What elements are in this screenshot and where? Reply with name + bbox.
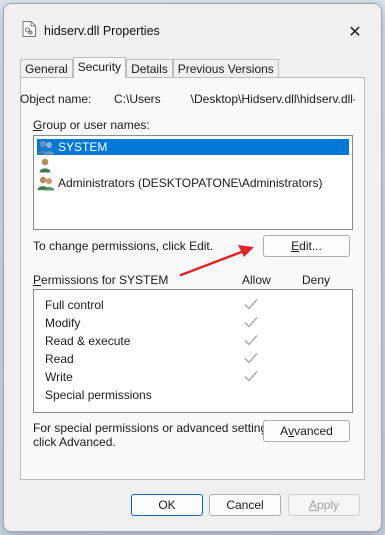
list-item-system[interactable]: SYSTEM [37,139,349,155]
list-item-administrators[interactable]: Administrators (DESKTOPATONE\Administrat… [37,175,323,191]
close-icon: ✕ [348,24,362,41]
user-icon [39,158,51,173]
deny-column-header: Deny [302,273,331,287]
group-user-list[interactable]: SYSTEM Administrators (DESKTOPATONE\Admi… [33,135,353,230]
permission-row-special: Special permissions [45,386,345,404]
group-names-label: Group or user names: [33,118,150,132]
advanced-text-line1: For special permissions or advanced sett… [33,421,277,435]
allow-column-header: Allow [242,273,271,287]
allow-check-icon [244,298,258,310]
permission-name: Full control [45,298,104,312]
title-bar: hidserv.dll Properties ✕ [4,4,381,48]
permission-row-full-control: Full control [45,296,345,314]
advanced-button[interactable]: Av vanced [263,420,350,442]
permission-name: Write [45,370,73,384]
permissions-header: Permissions for SYSTEM [33,273,169,287]
object-name-label: Object name: [20,92,92,106]
list-item-user[interactable] [37,157,58,173]
admin-users-icon [37,176,55,191]
tab-bar: General Security Details Previous Versio… [20,57,279,78]
allow-check-icon [244,370,258,382]
permission-row-modify: Modify [45,314,345,332]
file-icon [22,21,36,37]
ok-button[interactable]: OK [131,494,203,516]
system-users-icon [37,140,55,155]
object-name-value: C:\Users \Desktop\Hidserv.dll\hidserv.dll… [114,92,355,106]
window-title: hidserv.dll Properties [44,24,160,38]
tab-previous-versions[interactable]: Previous Versions [172,59,279,78]
permission-name: Read & execute [45,334,131,348]
object-path-end: \Desktop\Hidserv.dll\hidserv.dll-37 [190,92,355,106]
edit-button[interactable]: Edit... [263,235,350,257]
allow-check-icon [244,352,258,364]
change-permissions-text: To change permissions, click Edit. [33,239,214,253]
tab-details[interactable]: Details [126,59,173,78]
permission-row-read-execute: Read & execute [45,332,345,350]
list-item-label: SYSTEM [58,140,108,154]
permission-name: Special permissions [45,388,152,402]
tab-security[interactable]: Security [72,57,127,78]
properties-window: hidserv.dll Properties ✕ General Securit… [3,3,382,532]
permissions-list[interactable]: Full control Modify Read & execute Read … [33,289,353,413]
cancel-button[interactable]: Cancel [209,494,281,516]
permission-name: Read [45,352,74,366]
close-button[interactable]: ✕ [341,18,369,46]
apply-button[interactable]: Apply [288,494,360,516]
list-item-label: Administrators (DESKTOPATONE\Administrat… [58,176,323,190]
allow-check-icon [244,316,258,328]
tab-general[interactable]: General [20,59,73,78]
allow-check-icon [244,334,258,346]
advanced-text-line2: click Advanced. [33,435,116,449]
permission-name: Modify [45,316,81,330]
object-path-start: C:\Users [114,92,161,106]
permission-row-read: Read [45,350,345,368]
permission-row-write: Write [45,368,345,386]
